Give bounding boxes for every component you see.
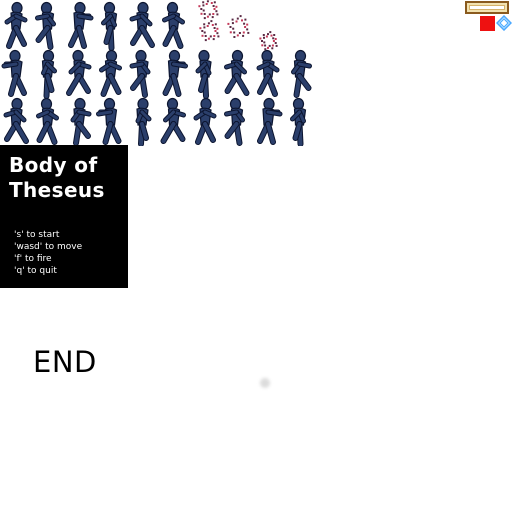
- runner-sprite-grid: [0, 0, 320, 146]
- runner-figure: [96, 97, 122, 145]
- runner-figure: [129, 1, 155, 48]
- runner-figure: [66, 49, 92, 96]
- game-title-line-1: Body of: [9, 153, 98, 177]
- control-move: 'wasd' to move: [14, 242, 83, 252]
- runner-figure: [195, 49, 212, 99]
- title-panel: Body of Theseus 's' to start 'wasd' to m…: [0, 145, 128, 288]
- particle-burst: [259, 31, 278, 51]
- controls-list: 's' to start 'wasd' to move 'f' to fire …: [14, 229, 124, 277]
- blue-gem-icon: [496, 15, 512, 31]
- runner-figure: [4, 1, 28, 49]
- red-block-icon: [480, 16, 495, 31]
- runner-figure: [35, 1, 56, 50]
- runner-figure: [224, 49, 250, 96]
- control-quit: 'q' to quit: [14, 266, 57, 276]
- runner-figure: [36, 97, 59, 145]
- runner-figure: [1, 49, 27, 97]
- runner-figure: [135, 97, 152, 146]
- runner-figure: [162, 1, 185, 49]
- runner-figure: [41, 49, 57, 99]
- runner-figure: [3, 97, 29, 144]
- runner-figure: [70, 97, 92, 146]
- game-sprite-sheet: Body of Theseus 's' to start 'wasd' to m…: [0, 0, 512, 512]
- control-start: 's' to start: [14, 230, 60, 240]
- runner-figure: [162, 49, 188, 97]
- particle-burst: [199, 20, 220, 42]
- runner-figure: [68, 1, 94, 49]
- game-title: Body of Theseus: [9, 153, 124, 203]
- health-bar-fill: [469, 5, 505, 10]
- runner-figure: [256, 49, 280, 97]
- runner-sprites: [1, 0, 312, 146]
- game-title-line-2: Theseus: [9, 178, 105, 202]
- runner-figure: [291, 49, 312, 98]
- runner-figure: [224, 97, 245, 146]
- runner-figure: [101, 1, 118, 51]
- control-fire: 'f' to fire: [14, 254, 52, 264]
- particle-burst: [227, 15, 250, 38]
- health-bar-frame-icon: [465, 1, 509, 14]
- runner-figure: [290, 97, 307, 146]
- runner-figure: [99, 49, 122, 97]
- end-label: END: [33, 345, 97, 379]
- particle-burst: [198, 0, 219, 20]
- runner-figure: [193, 97, 217, 145]
- runner-figure: [257, 97, 283, 145]
- faint-particle: [260, 378, 270, 388]
- runner-figure: [129, 49, 151, 98]
- runner-figure: [160, 97, 186, 144]
